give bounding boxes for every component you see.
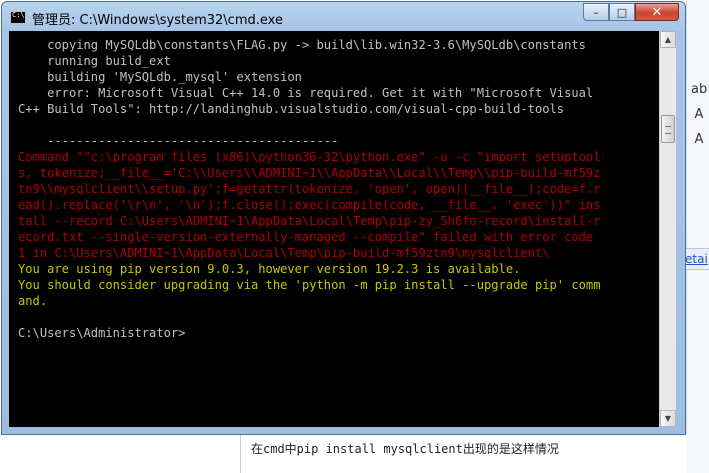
console-line: ecord.txt --single-version-externally-ma… [18,230,594,244]
text-style-icon[interactable]: ab [691,82,707,98]
console-line: tall --record C:\Users\ADMINI~1\AppData\… [18,214,601,228]
console-line: error: Microsoft Visual C++ 14.0 is requ… [18,86,594,100]
console-line: Command ""c:\program files (x86)\python3… [18,150,601,164]
console-line: You are using pip version 9.0.3, however… [18,262,521,276]
background-text: 在cmd中pip install mysqlclient出现的是这样情况 [251,442,559,456]
window-title: 管理员: C:\Windows\system32\cmd.exe [32,13,283,28]
console-line: s, tokenize;__file__='C:\\Users\\ADMINI~… [18,166,601,180]
close-button[interactable]: ✕ [635,3,679,21]
console-line: You should consider upgrading via the 'p… [18,278,601,292]
background-toolbar: ab A A [686,0,709,473]
console-line: running build_ext [18,54,171,68]
minimize-button[interactable]: – [583,3,609,21]
console-line: copying MySQLdb\constants\FLAG.py -> bui… [18,38,586,52]
console-line: ead().replace('\r\n', '\n');f.close();ex… [18,198,601,212]
scroll-up-button[interactable]: ▲ [660,31,676,48]
console-line: C:\Users\Administrator> [18,326,186,340]
window-controls: – □ ✕ [583,3,679,23]
scroll-down-button[interactable]: ▼ [660,410,676,427]
console-line: ---------------------------------------- [18,134,339,148]
console-line: 1 in C:\Users\ADMINI~1\AppData\Local\Tem… [18,246,550,260]
vertical-scrollbar[interactable]: ▲ ▼ [659,31,676,427]
background-text-line: 在cmd中pip install mysqlclient出现的是这样情况 [240,434,687,473]
console-line: and. [18,294,48,308]
console-output[interactable]: copying MySQLdb\constants\FLAG.py -> bui… [9,31,659,427]
font-size-icon[interactable]: A [691,132,707,148]
background-link[interactable]: etai [684,248,709,270]
font-icon[interactable]: A [691,107,707,123]
scroll-thumb[interactable] [661,115,675,143]
cmd-icon[interactable] [10,11,26,24]
title-bar[interactable]: 管理员: C:\Windows\system32\cmd.exe – □ ✕ [2,2,685,32]
maximize-button[interactable]: □ [609,3,635,21]
console-line: tn9\\mysqlclient\\setup.py';f=getattr(to… [18,182,601,196]
console-line: building 'MySQLdb._mysql' extension [18,70,302,84]
console-line: C++ Build Tools": http://landinghub.visu… [18,102,565,116]
console-text: copying MySQLdb\constants\FLAG.py -> bui… [18,37,600,341]
